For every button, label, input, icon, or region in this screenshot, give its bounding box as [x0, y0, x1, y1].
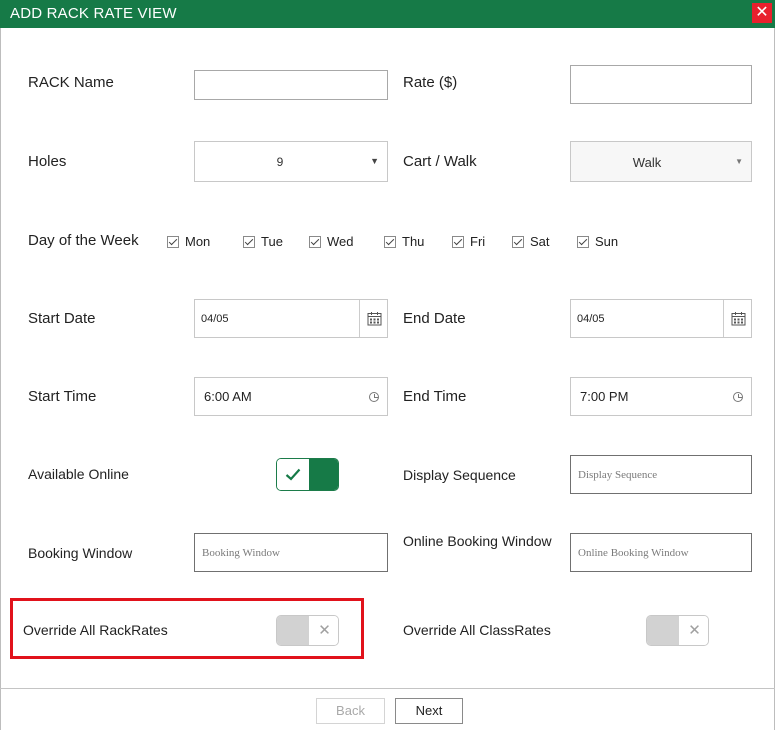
cart-walk-label: Cart / Walk — [403, 153, 477, 170]
chevron-down-icon: ▼ — [370, 156, 379, 166]
end-time-label: End Time — [403, 388, 467, 405]
checkbox-icon[interactable] — [512, 235, 524, 248]
day-checkbox-tue[interactable]: Tue — [243, 234, 283, 249]
clock-icon[interactable] — [369, 392, 379, 402]
checkmark-icon — [285, 468, 301, 481]
end-date-label: End Date — [403, 310, 466, 327]
rack-name-input[interactable] — [194, 70, 388, 100]
clock-icon[interactable] — [733, 392, 743, 402]
cart-walk-value: Walk — [632, 155, 662, 170]
override-class-rates-label: Override All ClassRates — [403, 622, 551, 638]
booking-window-input[interactable]: Booking Window — [194, 533, 388, 572]
calendar-icon[interactable] — [723, 300, 751, 337]
start-date-input[interactable]: 04/05 — [194, 299, 388, 338]
online-booking-window-label: Online Booking Window — [403, 533, 552, 549]
start-time-input[interactable]: 6:00 AM — [194, 377, 388, 416]
chevron-down-icon: ▼ — [735, 157, 743, 166]
day-checkbox-sun[interactable]: Sun — [577, 234, 618, 249]
holes-select[interactable]: 9 ▼ — [194, 141, 388, 182]
online-booking-window-input[interactable]: Online Booking Window — [570, 533, 752, 572]
day-checkbox-sat[interactable]: Sat — [512, 234, 550, 249]
next-button[interactable]: Next — [395, 698, 463, 724]
override-class-rates-toggle[interactable]: ✕ — [646, 615, 709, 646]
day-checkbox-wed[interactable]: Wed — [309, 234, 354, 249]
start-time-label: Start Time — [28, 388, 97, 405]
holes-label: Holes — [28, 153, 67, 170]
available-online-label: Available Online — [28, 466, 129, 482]
title-bar: ADD RACK RATE VIEW ✕ — [0, 0, 775, 28]
rack-name-label: RACK Name — [28, 74, 114, 91]
display-sequence-label: Display Sequence — [403, 467, 516, 483]
available-online-toggle[interactable] — [276, 458, 339, 491]
checkbox-icon[interactable] — [243, 235, 255, 248]
end-date-input[interactable]: 04/05 — [570, 299, 752, 338]
checkbox-icon[interactable] — [577, 235, 589, 248]
checkbox-icon[interactable] — [167, 235, 179, 248]
checkbox-icon[interactable] — [384, 235, 396, 248]
end-time-input[interactable]: 7:00 PM — [570, 377, 752, 416]
footer-divider — [0, 688, 775, 689]
day-checkbox-fri[interactable]: Fri — [452, 234, 485, 249]
override-rack-rates-label: Override All RackRates — [23, 622, 168, 638]
day-of-week-label: Day of the Week — [28, 232, 139, 249]
day-checkbox-mon[interactable]: Mon — [167, 234, 210, 249]
checkbox-icon[interactable] — [452, 235, 464, 248]
cart-walk-select[interactable]: Walk ▼ — [570, 141, 752, 182]
rate-input[interactable] — [570, 65, 752, 104]
override-rack-rates-toggle[interactable]: ✕ — [276, 615, 339, 646]
holes-value: 9 — [276, 155, 284, 169]
checkbox-icon[interactable] — [309, 235, 321, 248]
start-date-label: Start Date — [28, 310, 96, 327]
back-button[interactable]: Back — [316, 698, 385, 724]
booking-window-label: Booking Window — [28, 545, 133, 561]
rate-label: Rate ($) — [403, 74, 458, 91]
day-checkbox-thu[interactable]: Thu — [384, 234, 424, 249]
close-icon[interactable]: ✕ — [752, 3, 772, 23]
display-sequence-input[interactable]: Display Sequence — [570, 455, 752, 494]
x-icon: ✕ — [309, 616, 338, 645]
x-icon: ✕ — [679, 616, 708, 645]
calendar-icon[interactable] — [359, 300, 387, 337]
dialog-title: ADD RACK RATE VIEW — [10, 5, 177, 22]
